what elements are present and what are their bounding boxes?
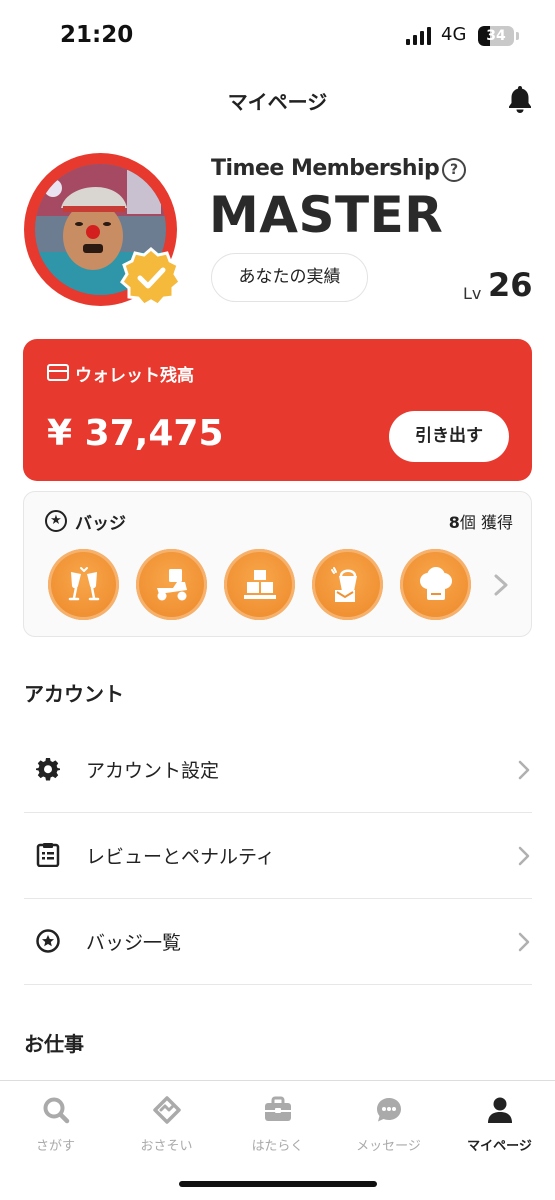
section-title-account: アカウント — [24, 682, 124, 706]
tab-label: さがす — [35, 1139, 75, 1154]
badges-card[interactable]: ★ バッジ 8個 獲得 — [23, 491, 532, 637]
menu-item-badge-list[interactable]: バッジ一覧 — [24, 899, 532, 985]
handshake-icon — [152, 1096, 181, 1124]
membership-rank: MASTER — [209, 186, 444, 244]
signal-icon — [406, 27, 431, 45]
achievements-button[interactable]: あなたの実績 — [211, 253, 368, 302]
help-icon[interactable]: ? — [442, 158, 466, 182]
delivery-scooter-icon[interactable] — [136, 549, 207, 620]
chevron-right-icon[interactable] — [492, 574, 510, 596]
star-icon: ★ — [45, 510, 67, 532]
home-indicator[interactable] — [179, 1181, 377, 1187]
battery-level: 34 — [486, 28, 506, 44]
bell-icon[interactable] — [506, 84, 534, 114]
tab-label: おさそい — [140, 1139, 193, 1154]
tab-search[interactable]: さがす — [0, 1095, 111, 1154]
badges-row — [48, 549, 471, 620]
status-bar: 21:20 4G 34 — [0, 0, 555, 70]
clipboard-icon — [36, 843, 60, 867]
tab-invitations[interactable]: おさそい — [111, 1095, 222, 1154]
status-time: 21:20 — [60, 22, 134, 48]
badges-count-suffix: 個 獲得 — [459, 513, 513, 532]
cheers-icon[interactable] — [48, 549, 119, 620]
credit-card-icon — [47, 364, 69, 381]
wallet-balance: ¥ 37,475 — [47, 413, 224, 454]
network-type: 4G — [441, 24, 467, 45]
tab-label: マイページ — [467, 1139, 532, 1154]
withdraw-button[interactable]: 引き出す — [389, 411, 509, 462]
cleaning-bucket-icon[interactable] — [312, 549, 383, 620]
chevron-right-icon — [518, 846, 530, 866]
battery-tip — [516, 32, 519, 40]
chevron-right-icon — [518, 760, 530, 780]
level-value: 26 — [488, 266, 533, 304]
gear-icon — [36, 758, 60, 781]
person-icon — [487, 1097, 512, 1123]
badges-count-number: 8 — [448, 513, 460, 532]
menu-item-label: バッジ一覧 — [86, 932, 182, 954]
search-icon — [43, 1097, 69, 1124]
briefcase-icon — [264, 1096, 291, 1121]
badges-title: バッジ — [75, 514, 126, 534]
battery-icon: 34 — [478, 26, 514, 46]
menu-item-account-settings[interactable]: アカウント設定 — [24, 727, 532, 813]
section-title-work: お仕事 — [24, 1032, 84, 1056]
tab-mypage[interactable]: マイページ — [444, 1095, 555, 1154]
chevron-right-icon — [518, 932, 530, 952]
star-icon — [36, 929, 60, 953]
chef-hat-icon[interactable] — [400, 549, 471, 620]
menu-item-reviews-penalties[interactable]: レビューとペナルティ — [24, 813, 532, 899]
wallet-label: ウォレット残高 — [75, 366, 194, 386]
membership-label: Timee Membership — [211, 156, 440, 181]
badges-count: 8個 獲得 — [449, 509, 513, 533]
menu-item-label: レビューとペナルティ — [86, 846, 275, 868]
tab-work[interactable]: はたらく — [222, 1095, 333, 1154]
wallet-card[interactable]: ウォレット残高 ¥ 37,475 引き出す — [23, 339, 532, 481]
tab-label: はたらく — [251, 1139, 304, 1154]
verified-badge-icon — [120, 247, 182, 307]
chat-icon — [376, 1098, 401, 1122]
menu-item-label: アカウント設定 — [86, 760, 220, 782]
page-title: マイページ — [227, 90, 328, 114]
tab-messages[interactable]: メッセージ — [333, 1095, 444, 1154]
level-prefix: Lv — [463, 284, 482, 303]
boxes-icon[interactable] — [224, 549, 295, 620]
tab-label: メッセージ — [356, 1139, 421, 1154]
